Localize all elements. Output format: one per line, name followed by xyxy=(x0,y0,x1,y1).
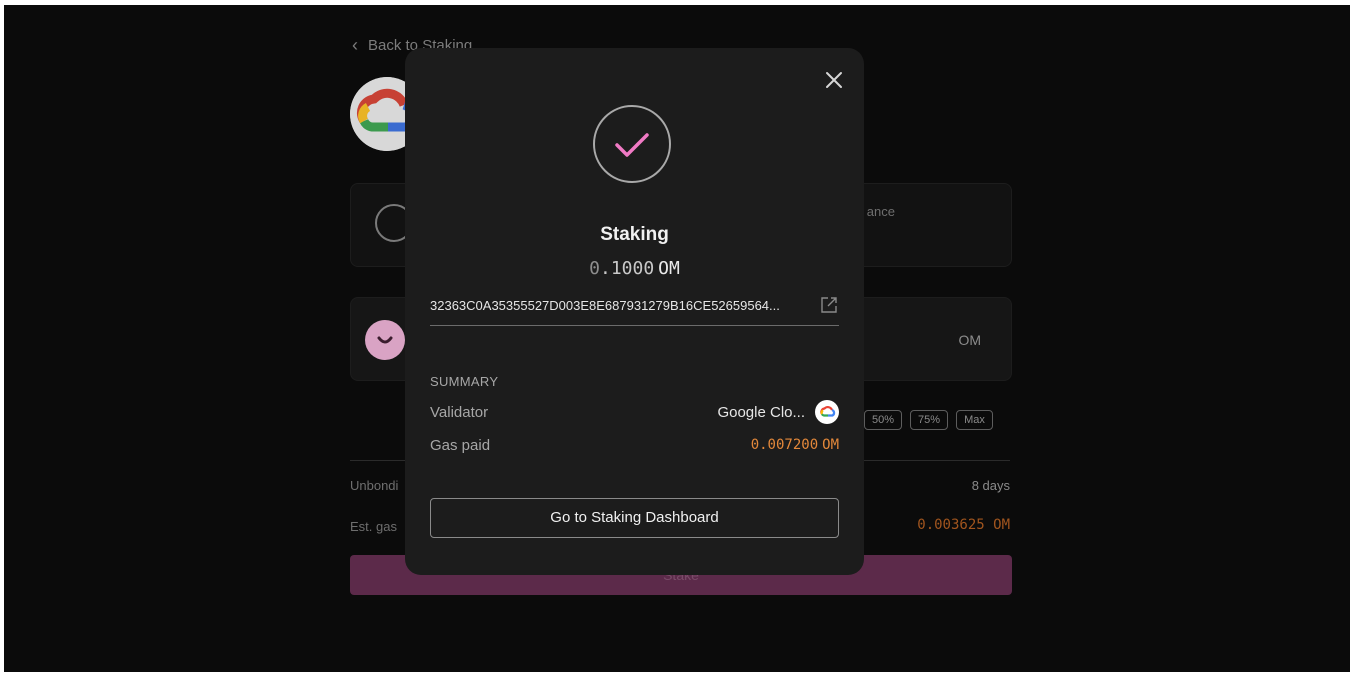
external-link-icon[interactable] xyxy=(819,295,839,315)
est-gas-number: 0.003625 xyxy=(917,517,985,533)
google-cloud-icon xyxy=(815,400,839,424)
close-button[interactable] xyxy=(822,68,846,92)
unbonding-value: 8 days xyxy=(971,478,1010,493)
est-gas-value: 0.003625 OM xyxy=(917,517,1010,533)
close-icon xyxy=(826,72,842,88)
summary-heading: SUMMARY xyxy=(430,374,499,389)
validator-name: Google Clo... xyxy=(717,403,805,421)
transaction-hash-row: 32363C0A35355527D003E8E687931279B16CE526… xyxy=(430,293,839,326)
go-to-staking-dashboard-button[interactable]: Go to Staking Dashboard xyxy=(430,498,839,538)
success-badge xyxy=(593,105,671,183)
gas-paid-label: Gas paid xyxy=(430,437,491,454)
validator-value-row: Google Clo... xyxy=(717,400,839,424)
percent-50-button[interactable]: 50% xyxy=(864,410,903,430)
mantra-token-icon xyxy=(365,320,405,360)
amount-number: 0.1000 xyxy=(589,258,654,279)
amount-decimals: .1000 xyxy=(599,258,655,279)
balance-label: ance xyxy=(866,204,895,219)
amount-leading-zero: 0 xyxy=(589,258,600,279)
modal-title: Staking xyxy=(600,224,669,245)
percent-max-button[interactable]: Max xyxy=(956,410,993,430)
gas-paid-number: 0.007200 xyxy=(750,437,819,453)
percent-75-button[interactable]: 75% xyxy=(910,410,949,430)
check-icon xyxy=(615,133,649,157)
staked-amount: 0.1000 OM xyxy=(405,258,864,279)
amount-unit: OM xyxy=(658,258,680,279)
amount-unit: OM xyxy=(958,332,981,348)
transaction-hash: 32363C0A35355527D003E8E687931279B16CE526… xyxy=(430,298,780,313)
est-gas-label: Est. gas xyxy=(350,519,397,534)
unbonding-label: Unbondi xyxy=(350,478,399,493)
gas-paid-unit: OM xyxy=(822,437,839,453)
gas-paid-value: 0.007200 OM xyxy=(751,437,839,453)
est-gas-unit: OM xyxy=(993,517,1010,533)
staking-success-modal: Staking 0.1000 OM 32363C0A35355527D003E8E… xyxy=(405,48,864,575)
chevron-left-icon: ‹ xyxy=(352,35,358,55)
validator-label: Validator xyxy=(430,404,489,421)
app-window: ‹ Back to Staking ance OM 50% 75% Max Un… xyxy=(4,5,1350,672)
percent-buttons: 50% 75% Max xyxy=(864,410,993,430)
